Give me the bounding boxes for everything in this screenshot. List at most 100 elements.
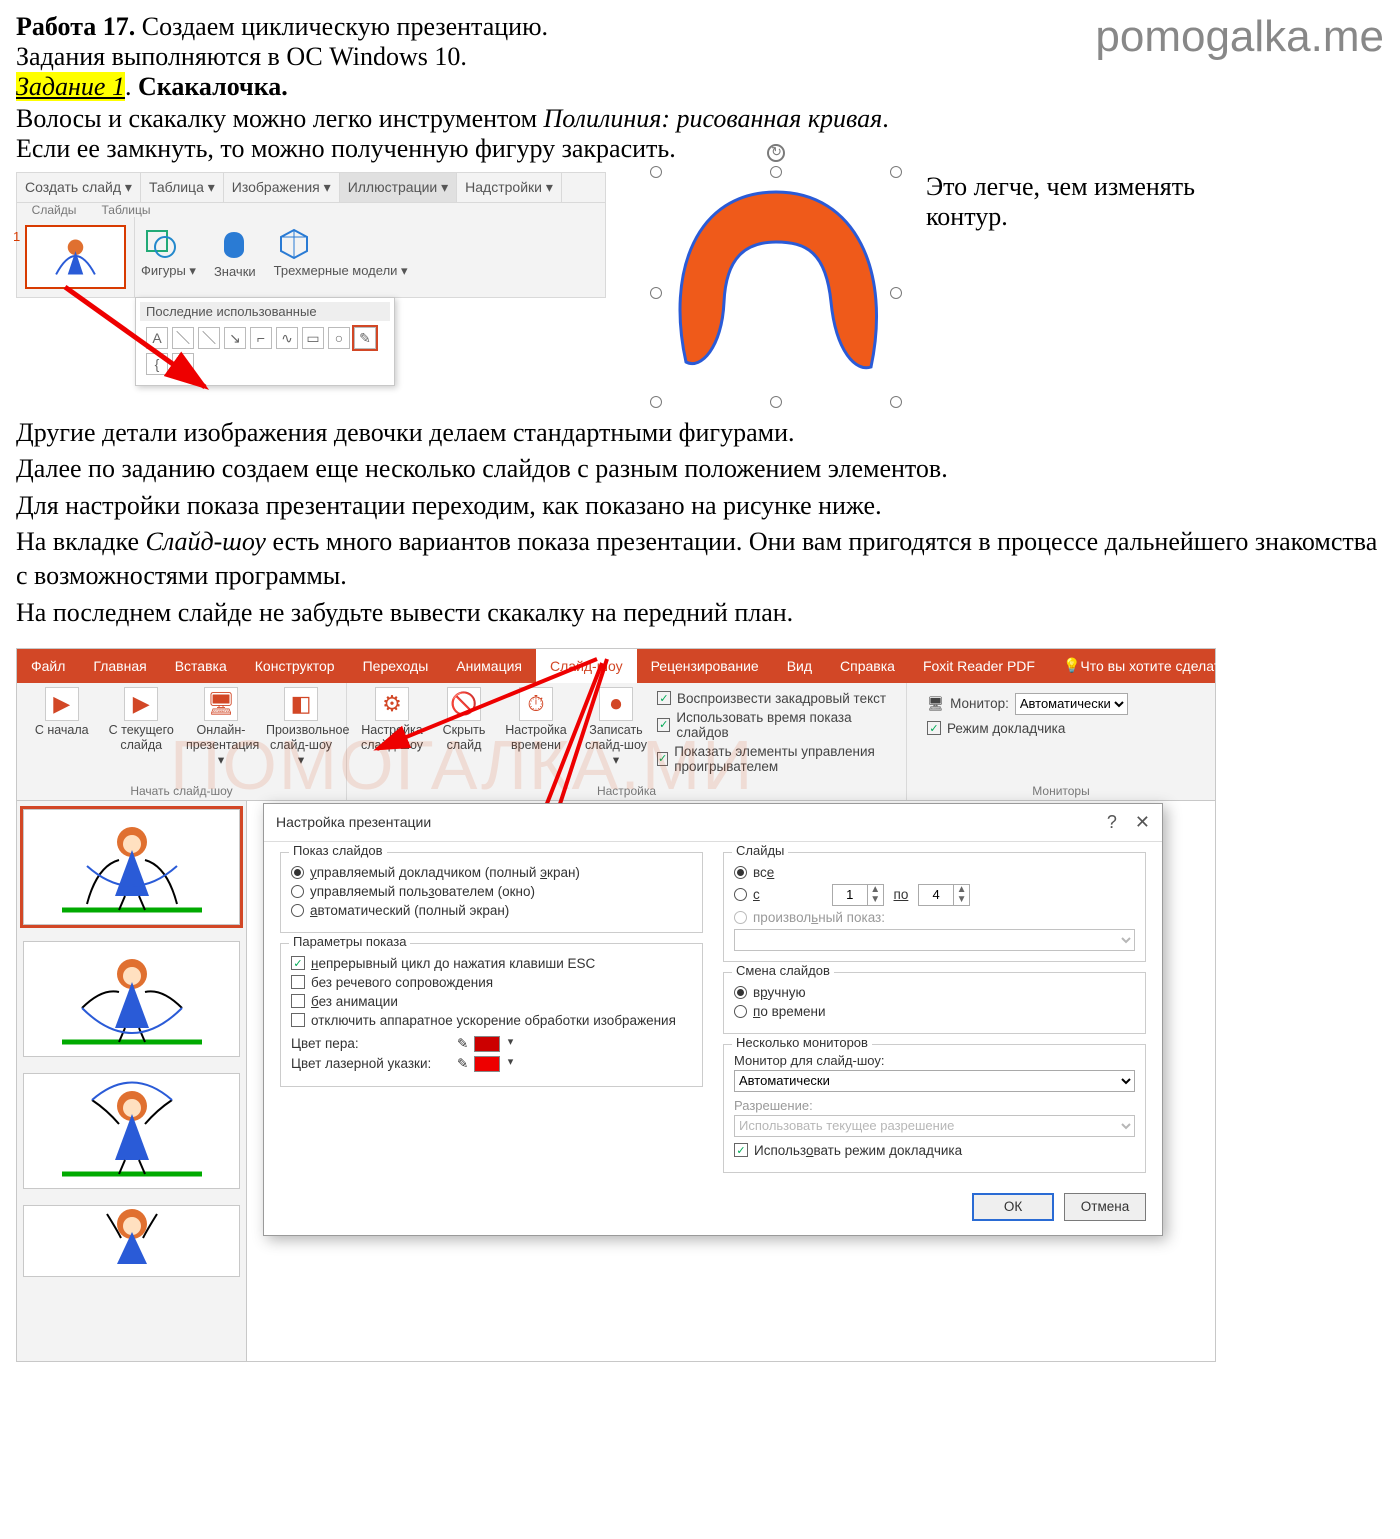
thumb-2[interactable]: 2 xyxy=(23,941,240,1057)
pen-color-picker[interactable] xyxy=(474,1036,500,1052)
pp-insert-ribbon: Создать слайд ▾ Таблица ▾ Изображения ▾ … xyxy=(16,172,606,298)
shape-brace2[interactable]: } xyxy=(172,353,194,375)
radio-speaker[interactable]: управляемый докладчиком (полный экран) xyxy=(291,865,692,880)
from-spinner[interactable]: ▲▼ xyxy=(832,884,884,906)
laser-color-picker[interactable] xyxy=(474,1056,500,1072)
monitor-icon: 🖥 xyxy=(204,687,238,721)
monitor-select[interactable]: Автоматически xyxy=(1015,693,1128,715)
presenter-view-check[interactable]: ✓Режим докладчика xyxy=(927,721,1195,736)
work-title: Создаем циклическую презентацию. xyxy=(135,12,548,41)
images-btn[interactable]: Изображения ▾ xyxy=(224,173,340,202)
thumb-1[interactable]: 1 xyxy=(23,809,240,925)
shape-line2[interactable]: ＼ xyxy=(198,327,220,349)
tab-insert[interactable]: Вставка xyxy=(161,649,241,683)
hair-shape-selected xyxy=(656,172,896,402)
tab-view[interactable]: Вид xyxy=(773,649,826,683)
girl-pose-4 xyxy=(57,1204,207,1268)
resize-handle[interactable] xyxy=(650,287,662,299)
dialog-title: Настройка презентации xyxy=(276,814,431,830)
addins-btn[interactable]: Надстройки ▾ xyxy=(457,173,562,202)
illustrations-btn[interactable]: Иллюстрации ▾ xyxy=(340,173,457,202)
tab-file[interactable]: Файл xyxy=(17,649,79,683)
narration-check[interactable]: ✓Воспроизвести закадровый текст xyxy=(657,691,896,706)
pen-icon: ✎ xyxy=(457,1036,468,1052)
tell-me-search[interactable]: Что вы хотите сделать? xyxy=(1049,649,1249,683)
tab-review[interactable]: Рецензирование xyxy=(637,649,773,683)
radio-timings[interactable]: по времени xyxy=(734,1004,1135,1019)
radio-individual[interactable]: управляемый пользователем (окно) xyxy=(291,884,692,899)
shape-brace[interactable]: { xyxy=(146,353,168,375)
slides-range-group: Слайды все с ▲▼ по ▲▼ произвольный показ xyxy=(723,852,1146,962)
no-narration-check[interactable]: без речевого сопровождения xyxy=(291,975,692,990)
shape-freeform[interactable]: ✎ xyxy=(354,327,376,349)
para-4: Для настройки показа презентации переход… xyxy=(16,489,1384,523)
multiple-monitors-group: Несколько мониторов Монитор для слайд-шо… xyxy=(723,1044,1146,1173)
help-icon[interactable]: ? xyxy=(1107,812,1117,833)
resize-handle[interactable] xyxy=(650,396,662,408)
record-icon: ⏺ xyxy=(599,687,633,721)
new-slide-btn[interactable]: Создать слайд ▾ xyxy=(17,173,141,202)
cancel-button[interactable]: Отмена xyxy=(1064,1193,1146,1221)
thumb-4[interactable]: 4 xyxy=(23,1205,240,1277)
resize-handle[interactable] xyxy=(890,287,902,299)
p-tool-line: Волосы и скакалку можно легко инструмент… xyxy=(16,104,1384,164)
shape-rect[interactable]: ▭ xyxy=(302,327,324,349)
task-label: Задание 1 xyxy=(16,72,125,101)
shape-arrow[interactable]: ↘ xyxy=(224,327,246,349)
tab-transitions[interactable]: Переходы xyxy=(349,649,443,683)
tab-animations[interactable]: Анимация xyxy=(442,649,536,683)
shape-connector[interactable]: ⌐ xyxy=(250,327,272,349)
resize-handle[interactable] xyxy=(650,166,662,178)
girl-pose-1 xyxy=(57,816,207,916)
slide-thumb-1[interactable]: 1 xyxy=(25,225,126,289)
shape-line[interactable]: ＼ xyxy=(172,327,194,349)
ok-button[interactable]: ОК xyxy=(972,1193,1054,1221)
para-3: Далее по заданию создаем еще несколько с… xyxy=(16,452,1384,486)
radio-kiosk[interactable]: автоматический (полный экран) xyxy=(291,903,692,918)
icons-btn[interactable]: Значки xyxy=(214,224,256,279)
resize-handle[interactable] xyxy=(770,166,782,178)
resolution-select[interactable]: Использовать текущее разрешение xyxy=(734,1115,1135,1137)
tab-design[interactable]: Конструктор xyxy=(241,649,349,683)
show-options-group: Параметры показа ✓непрерывный цикл до на… xyxy=(280,943,703,1087)
3d-models-btn[interactable]: Трехмерные модели ▾ xyxy=(274,223,408,279)
resize-handle[interactable] xyxy=(890,166,902,178)
tab-help[interactable]: Справка xyxy=(826,649,909,683)
loop-check[interactable]: ✓непрерывный цикл до нажатия клавиши ESC xyxy=(291,956,692,971)
slides-icon: ◧ xyxy=(284,687,318,721)
to-spinner[interactable]: ▲▼ xyxy=(918,884,970,906)
task-name: Скакалочка. xyxy=(138,72,288,101)
radio-all-slides[interactable]: все xyxy=(734,865,1135,880)
shapes-dropdown[interactable]: Фигуры ▾ xyxy=(141,223,196,279)
from-current-btn[interactable]: ▶С текущего слайда xyxy=(107,687,177,753)
tab-slideshow[interactable]: Слайд-шоу xyxy=(536,649,637,683)
close-icon[interactable]: ✕ xyxy=(1135,812,1150,833)
resize-handle[interactable] xyxy=(890,396,902,408)
girl-pose-3 xyxy=(57,1080,207,1180)
disable-hw-check[interactable]: отключить аппаратное ускорение обработки… xyxy=(291,1013,692,1028)
shape-oval[interactable]: ○ xyxy=(328,327,350,349)
slideshow-monitor-select[interactable]: Автоматически xyxy=(734,1070,1135,1092)
radio-custom-show[interactable]: произвольный показ: xyxy=(734,910,1135,925)
thumb-3[interactable]: 3 xyxy=(23,1073,240,1189)
shape-curve[interactable]: ∿ xyxy=(276,327,298,349)
girl-mini-icon xyxy=(27,227,124,287)
para-2: Другие детали изображения девочки делаем… xyxy=(16,416,1384,450)
rotate-handle-icon[interactable] xyxy=(767,144,785,162)
tab-home[interactable]: Главная xyxy=(79,649,160,683)
no-animation-check[interactable]: без анимации xyxy=(291,994,692,1009)
custom-show-select[interactable] xyxy=(734,929,1135,951)
from-beginning-btn[interactable]: ▶С начала xyxy=(27,687,97,738)
tab-foxit[interactable]: Foxit Reader PDF xyxy=(909,649,1049,683)
table-btn[interactable]: Таблица ▾ xyxy=(141,173,224,202)
hide-slide-icon: 🚫 xyxy=(447,687,481,721)
para-6: На последнем слайде не забудьте вывести … xyxy=(16,596,1384,630)
side-note: Это легче, чем изменять контур. xyxy=(926,172,1256,232)
shape-textbox[interactable]: A xyxy=(146,327,168,349)
ribbon-tabs: Файл Главная Вставка Конструктор Переход… xyxy=(17,649,1215,683)
radio-range-slides[interactable]: с ▲▼ по ▲▼ xyxy=(734,884,1135,906)
gear-icon: ⚙ xyxy=(375,687,409,721)
presenter-mode-check[interactable]: ✓Использовать режим докладчика xyxy=(734,1143,1135,1158)
resize-handle[interactable] xyxy=(770,396,782,408)
radio-manual[interactable]: вручную xyxy=(734,985,1135,1000)
